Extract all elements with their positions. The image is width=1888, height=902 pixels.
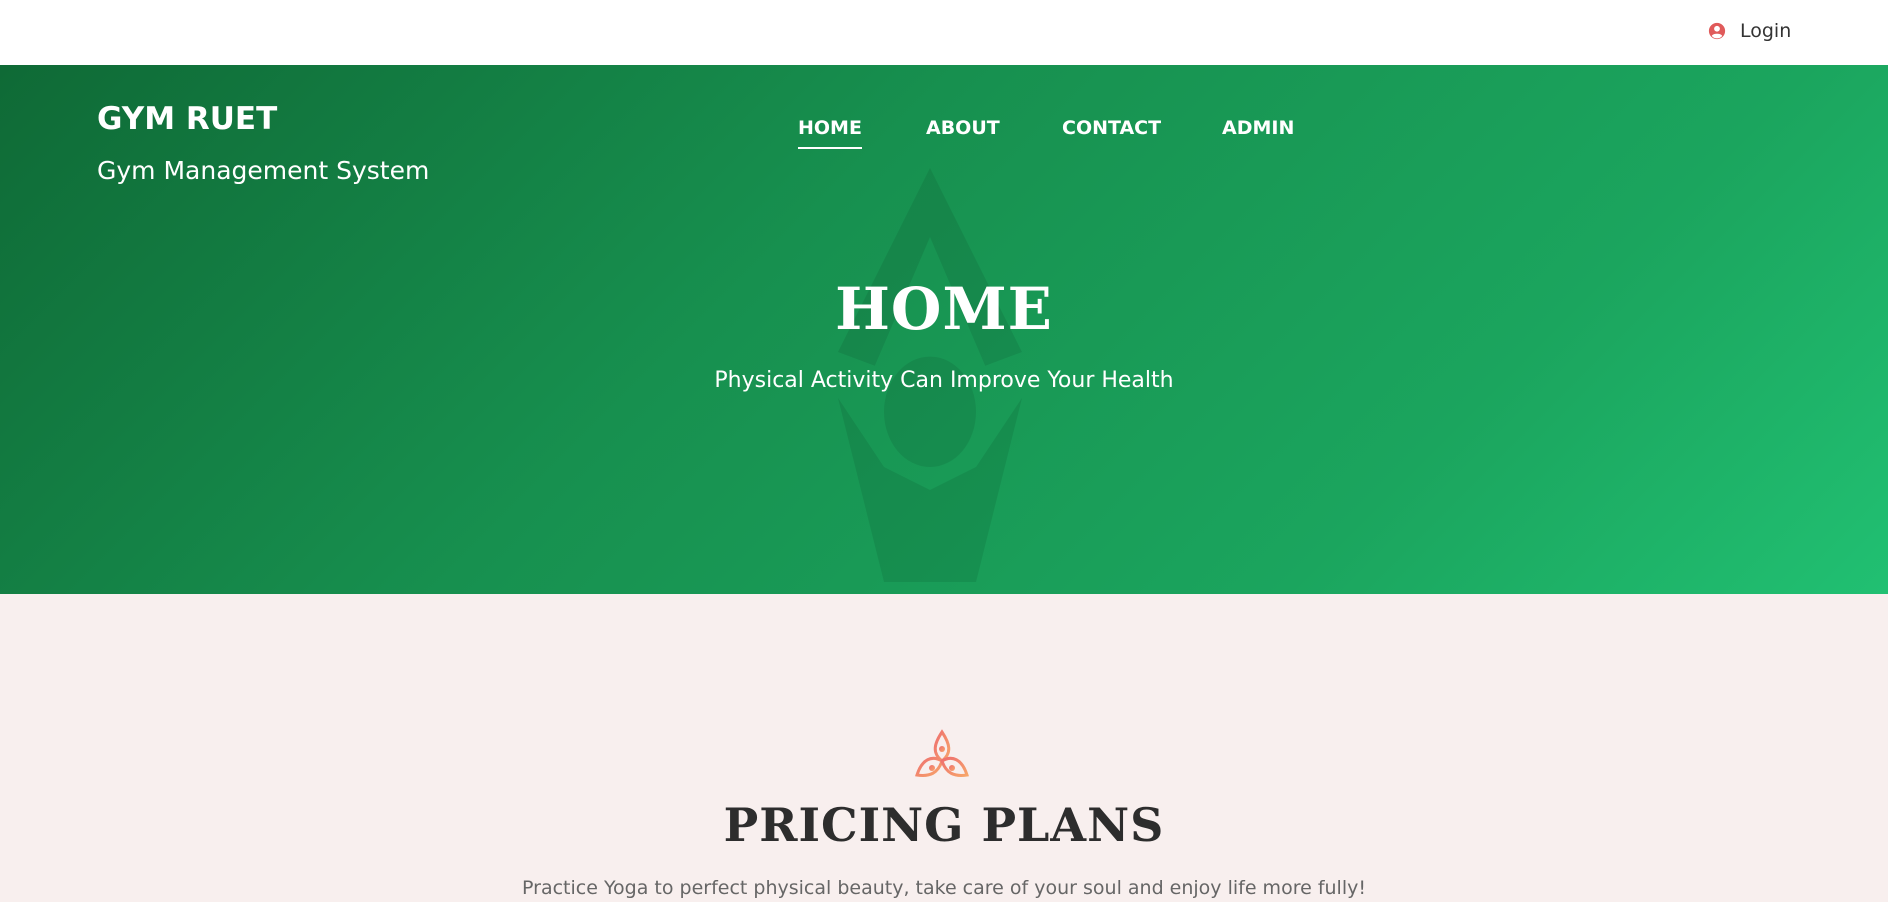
hero-title: HOME: [835, 275, 1053, 343]
nav-about[interactable]: ABOUT: [926, 117, 1000, 149]
login-link[interactable]: Login: [1708, 18, 1791, 44]
login-label: Login: [1740, 20, 1792, 42]
hero-banner: GYM RUET Gym Management System HOME ABOU…: [0, 65, 1888, 594]
brand-subtitle: Gym Management System: [97, 156, 430, 185]
brand-title[interactable]: GYM RUET: [97, 101, 277, 137]
top-bar: Login: [0, 0, 1888, 65]
hero-subtitle: Physical Activity Can Improve Your Healt…: [714, 368, 1174, 393]
pricing-title: PRICING PLANS: [723, 798, 1165, 852]
user-circle-icon: [1708, 22, 1726, 40]
pricing-description: Practice Yoga to perfect physical beauty…: [522, 877, 1366, 899]
nav-contact[interactable]: CONTACT: [1062, 117, 1161, 149]
lotus-icon: [915, 729, 969, 777]
pricing-section: PRICING PLANS Practice Yoga to perfect p…: [0, 594, 1888, 902]
nav-home[interactable]: HOME: [798, 117, 862, 149]
nav-admin[interactable]: ADMIN: [1222, 117, 1294, 149]
